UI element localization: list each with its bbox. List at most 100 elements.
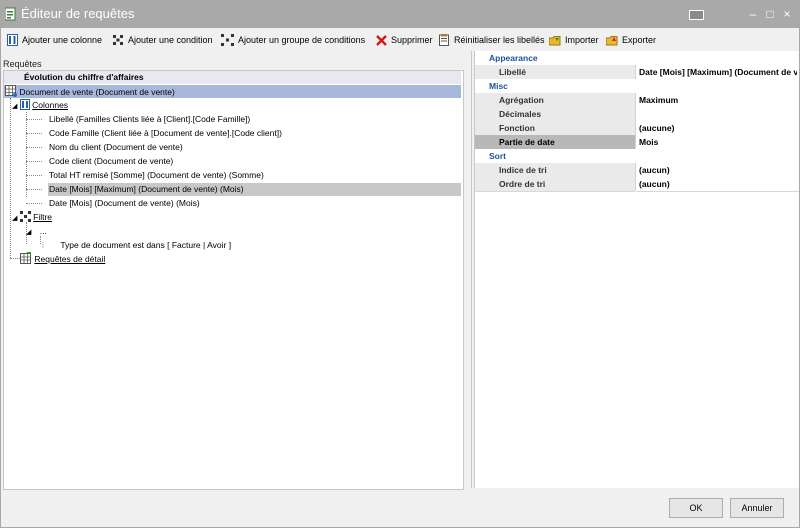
filter-group[interactable]: ◢ ... xyxy=(26,225,47,238)
tree-line xyxy=(26,112,27,197)
columns-icon xyxy=(19,99,30,110)
reset-labels-button[interactable]: Réinitialiser les libellés xyxy=(439,32,545,48)
add-condition-group-label: Ajouter un groupe de conditions xyxy=(238,35,366,45)
tree-line xyxy=(26,175,42,176)
property-decimals[interactable]: Décimales xyxy=(475,107,799,122)
filter-group-label: ... xyxy=(39,226,47,236)
keyboard-icon[interactable] xyxy=(686,4,706,24)
column-item[interactable]: Nom du client (Document de vente) xyxy=(49,141,183,154)
property-value[interactable]: (aucun) xyxy=(639,165,797,175)
ok-button[interactable]: OK xyxy=(669,498,723,518)
column-item[interactable]: Code Famille (Client liée à [Document de… xyxy=(49,127,282,140)
reset-labels-icon xyxy=(439,34,449,46)
table-icon xyxy=(5,85,17,97)
delete-icon xyxy=(376,34,387,46)
category-sort-label: Sort xyxy=(489,151,506,161)
column-item[interactable]: Total HT remisé [Somme] (Document de ven… xyxy=(49,169,264,182)
category-appearance[interactable]: Appearance xyxy=(475,51,799,65)
property-value[interactable]: Maximum xyxy=(639,95,797,105)
collapse-icon[interactable]: ◢ xyxy=(12,215,17,222)
property-sort-index[interactable]: Indice de tri (aucun) xyxy=(475,163,799,178)
property-value[interactable]: (aucune) xyxy=(639,123,797,133)
tree-line xyxy=(10,258,20,259)
tree-header-title: Évolution du chiffre d'affaires xyxy=(24,72,144,82)
filtre-label: Filtre xyxy=(33,212,53,222)
category-sort[interactable]: Sort xyxy=(475,149,799,163)
tree-node-colonnes[interactable]: ◢ Colonnes xyxy=(12,99,68,112)
property-value[interactable]: Date [Mois] [Maximum] (Document de vente… xyxy=(639,67,797,77)
minimize-button[interactable]: – xyxy=(746,4,760,24)
property-grid[interactable]: Appearance Libellé Date [Mois] [Maximum]… xyxy=(474,51,799,488)
detail-table-icon xyxy=(20,252,31,264)
property-name: Partie de date xyxy=(499,137,555,147)
property-value[interactable]: (aucun) xyxy=(639,179,797,189)
tree-root-document-de-vente[interactable]: Document de vente (Document de vente) xyxy=(5,85,175,98)
window-title: Éditeur de requêtes xyxy=(21,6,135,21)
tree-line xyxy=(26,133,42,134)
add-column-label: Ajouter une colonne xyxy=(22,35,103,45)
query-editor-window: Éditeur de requêtes – □ × Ajouter une co… xyxy=(0,0,800,528)
property-name: Libellé xyxy=(499,67,526,77)
filter-condition-label: Type de document est dans [ Facture | Av… xyxy=(60,240,232,250)
title-bar[interactable]: Éditeur de requêtes – □ × xyxy=(1,1,799,28)
add-condition-group-icon xyxy=(221,34,234,46)
column-item-selected[interactable]: Date [Mois] [Maximum] (Document de vente… xyxy=(49,183,244,196)
property-name: Indice de tri xyxy=(499,165,547,175)
property-name: Ordre de tri xyxy=(499,179,546,189)
add-column-button[interactable]: Ajouter une colonne xyxy=(7,32,102,48)
filter-icon xyxy=(19,211,31,222)
tree-line xyxy=(26,189,42,190)
tree-header: Évolution du chiffre d'affaires xyxy=(4,71,461,84)
app-icon xyxy=(5,7,16,21)
import-button[interactable]: Importer xyxy=(549,32,599,48)
property-aggregation[interactable]: Agrégation Maximum xyxy=(475,93,799,108)
collapse-icon[interactable]: ◢ xyxy=(12,103,17,110)
tree-line xyxy=(26,119,42,120)
queries-label: Requêtes xyxy=(3,59,42,69)
delete-button[interactable]: Supprimer xyxy=(376,32,433,48)
column-item[interactable]: Libellé (Familles Clients liée à [Client… xyxy=(49,113,250,126)
add-condition-button[interactable]: Ajouter une condition xyxy=(112,32,213,48)
property-value[interactable]: Mois xyxy=(639,137,797,147)
column-item[interactable]: Code client (Document de vente) xyxy=(49,155,173,168)
export-label: Exporter xyxy=(622,35,657,45)
tree-node-detail-queries[interactable]: Requêtes de détail xyxy=(20,252,105,265)
tree-line xyxy=(26,203,42,204)
column-item[interactable]: Date [Mois] (Document de vente) (Mois) xyxy=(49,197,200,210)
tree-node-filtre[interactable]: ◢ Filtre xyxy=(12,211,52,224)
toolbar: Ajouter une colonne Ajouter une conditio… xyxy=(1,30,799,50)
add-column-icon xyxy=(7,34,18,46)
detail-queries-label: Requêtes de détail xyxy=(34,254,106,264)
cancel-button[interactable]: Annuler xyxy=(730,498,784,518)
property-name: Décimales xyxy=(499,109,542,119)
close-button[interactable]: × xyxy=(780,4,794,24)
colonnes-label: Colonnes xyxy=(32,100,69,110)
tree-line xyxy=(10,98,11,258)
category-misc[interactable]: Misc xyxy=(475,79,799,93)
query-tree[interactable]: Évolution du chiffre d'affaires Document… xyxy=(3,70,464,490)
delete-label: Supprimer xyxy=(391,35,433,45)
add-condition-icon xyxy=(113,35,123,45)
import-label: Importer xyxy=(565,35,599,45)
condition-marker: ⁞ xyxy=(42,243,44,250)
tree-line xyxy=(26,161,42,162)
tree-root-label: Document de vente (Document de vente) xyxy=(19,87,175,97)
property-name: Fonction xyxy=(499,123,535,133)
reset-labels-label: Réinitialiser les libellés xyxy=(454,35,545,45)
property-libelle[interactable]: Libellé Date [Mois] [Maximum] (Document … xyxy=(475,65,799,80)
property-datepart[interactable]: Partie de date Mois xyxy=(475,135,799,150)
property-sort-order[interactable]: Ordre de tri (aucun) xyxy=(475,177,799,192)
property-name: Agrégation xyxy=(499,95,544,105)
tree-line xyxy=(26,147,42,148)
property-function[interactable]: Fonction (aucune) xyxy=(475,121,799,136)
import-icon xyxy=(549,35,561,45)
splitter[interactable] xyxy=(471,51,472,488)
maximize-button[interactable]: □ xyxy=(763,4,777,24)
filter-condition[interactable]: ⁞ Type de document est dans [ Facture | … xyxy=(42,239,231,252)
collapse-icon[interactable]: ◢ xyxy=(26,229,31,236)
export-button[interactable]: Exporter xyxy=(606,32,656,48)
add-condition-group-button[interactable]: Ajouter un groupe de conditions xyxy=(221,32,365,48)
add-condition-label: Ajouter une condition xyxy=(128,35,213,45)
export-icon xyxy=(606,35,618,45)
category-misc-label: Misc xyxy=(489,81,508,91)
